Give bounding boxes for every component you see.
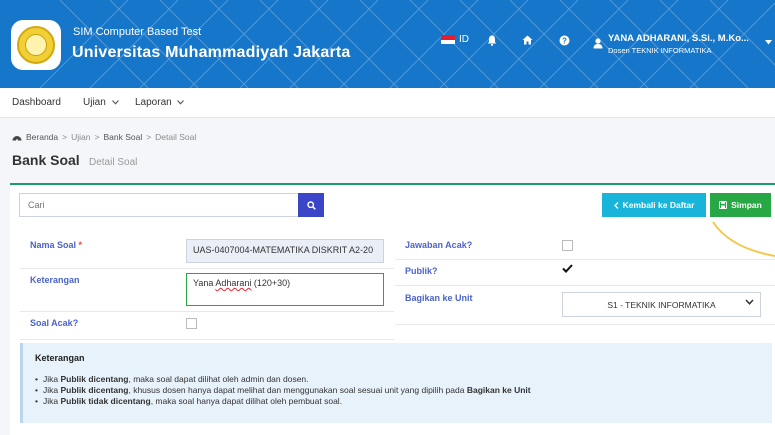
note-list: Jika Publik dicentang, maka soal dapat d… [35,374,531,407]
menu-laporan[interactable]: Laporan [135,97,185,108]
breadcrumb-home[interactable]: Beranda [26,132,58,142]
note-title: Keterangan [35,353,85,363]
note-bold: Bagikan ke Unit [466,385,531,395]
keterangan-label: Keterangan [30,275,80,285]
note-bold: Publik tidak dicentang [60,396,151,406]
note-item: Jika Publik tidak dicentang, maka soal h… [35,396,531,407]
note-item: Jika Publik dicentang, khusus dosen hany… [35,385,531,396]
search-button[interactable] [298,193,324,217]
search-icon [306,200,316,210]
note-text: Jika [42,385,61,395]
menu-laporan-label: Laporan [135,97,172,108]
jawaban-acak-label: Jawaban Acak? [405,240,473,250]
note-text: , maka soal dapat dilihat oleh admin dan… [128,374,309,384]
breadcrumb-detail: Detail Soal [155,132,197,142]
back-to-list-button[interactable]: Kembali ke Daftar [602,193,706,217]
soal-acak-label: Soal Acak? [30,318,79,328]
chevron-down-icon [111,100,119,105]
note-text: , maka soal hanya dapat dilihat oleh pem… [150,396,343,406]
keterangan-value-part: Yana [193,278,216,288]
info-note: Keterangan Jika Publik dicentang, maka s… [20,343,772,423]
row-divider [395,324,775,325]
main-menu-bar: Dashboard Ujian Laporan [0,88,775,118]
user-dropdown-caret-icon[interactable] [765,40,772,45]
keterangan-field[interactable]: Yana Adharani (120+30) [186,273,384,306]
page-subtitle: Detail Soal [89,157,138,168]
menu-dashboard[interactable]: Dashboard [12,97,61,108]
required-asterisk: * [78,240,83,250]
checkmark-icon [562,264,573,273]
bell-icon[interactable] [487,35,497,46]
bagikan-unit-value: S1 - TEKNIK INFORMATIKA [607,299,716,310]
nama-soal-label: Nama Soal * [30,240,82,250]
row-divider [20,339,394,340]
note-bold: Publik dicentang [60,385,129,395]
page-title: Bank Soal [12,152,80,168]
breadcrumb-separator: > [94,132,100,142]
chevron-down-icon [745,299,754,305]
publik-checkbox[interactable] [562,264,573,276]
publik-label: Publik? [405,266,438,276]
note-text: Jika [42,374,61,384]
decorative-curve [712,221,775,257]
breadcrumb: Beranda > Ujian > Bank Soal > Detail Soa… [12,132,196,142]
save-button[interactable]: Simpan [710,193,771,217]
app-title[interactable]: Universitas Muhammadiyah Jakarta [72,44,351,62]
floppy-disk-icon [719,201,728,209]
app-subtitle: SIM Computer Based Test [73,26,202,38]
note-text: Jika [42,396,61,406]
indonesia-flag-icon [441,35,455,44]
save-button-label: Simpan [731,200,762,210]
nama-soal-field[interactable]: UAS-0407004-MATEMATIKA DISKRIT A2-20 [186,239,384,263]
user-role: Dosen TEKNIK INFORMATIKA [608,46,712,55]
help-icon[interactable]: ? [559,35,570,46]
menu-ujian[interactable]: Ujian [83,97,119,108]
bagikan-unit-select[interactable]: S1 - TEKNIK INFORMATIKA [562,292,761,317]
svg-text:?: ? [562,36,567,45]
chevron-left-icon [613,201,619,209]
keterangan-value-part: (120+30) [251,278,291,288]
user-icon[interactable] [593,38,603,49]
note-bold: Publik dicentang [60,374,129,384]
bagikan-label: Bagikan ke Unit [405,293,473,303]
jawaban-acak-checkbox[interactable] [562,240,573,251]
keterangan-value-spellcheck: Adharani [215,278,252,288]
language-switch[interactable]: ID [441,34,469,45]
note-text: , khusus dosen hanya dapat melihat dan m… [128,385,467,395]
language-label: ID [459,34,469,45]
soal-acak-checkbox[interactable] [186,318,197,329]
note-item: Jika Publik dicentang, maka soal dapat d… [35,374,531,385]
university-logo[interactable] [11,20,61,70]
user-name[interactable]: YANA ADHARANI, S.Si., M.Ko... [608,33,749,44]
breadcrumb-separator: > [62,132,68,142]
breadcrumb-bank-soal[interactable]: Bank Soal [103,132,142,142]
menu-ujian-label: Ujian [83,97,106,108]
nama-soal-label-text: Nama Soal [30,240,77,250]
dashboard-icon [12,136,22,141]
chevron-down-icon [177,100,185,105]
row-divider [20,311,394,312]
top-header: SIM Computer Based Test Universitas Muha… [0,0,775,88]
breadcrumb-ujian[interactable]: Ujian [71,132,90,142]
home-icon[interactable] [522,35,533,45]
row-divider [395,259,775,260]
breadcrumb-separator: > [146,132,152,142]
row-divider [20,268,394,269]
back-button-label: Kembali ke Daftar [622,200,695,210]
row-divider [395,285,775,286]
search-input[interactable] [19,193,299,217]
